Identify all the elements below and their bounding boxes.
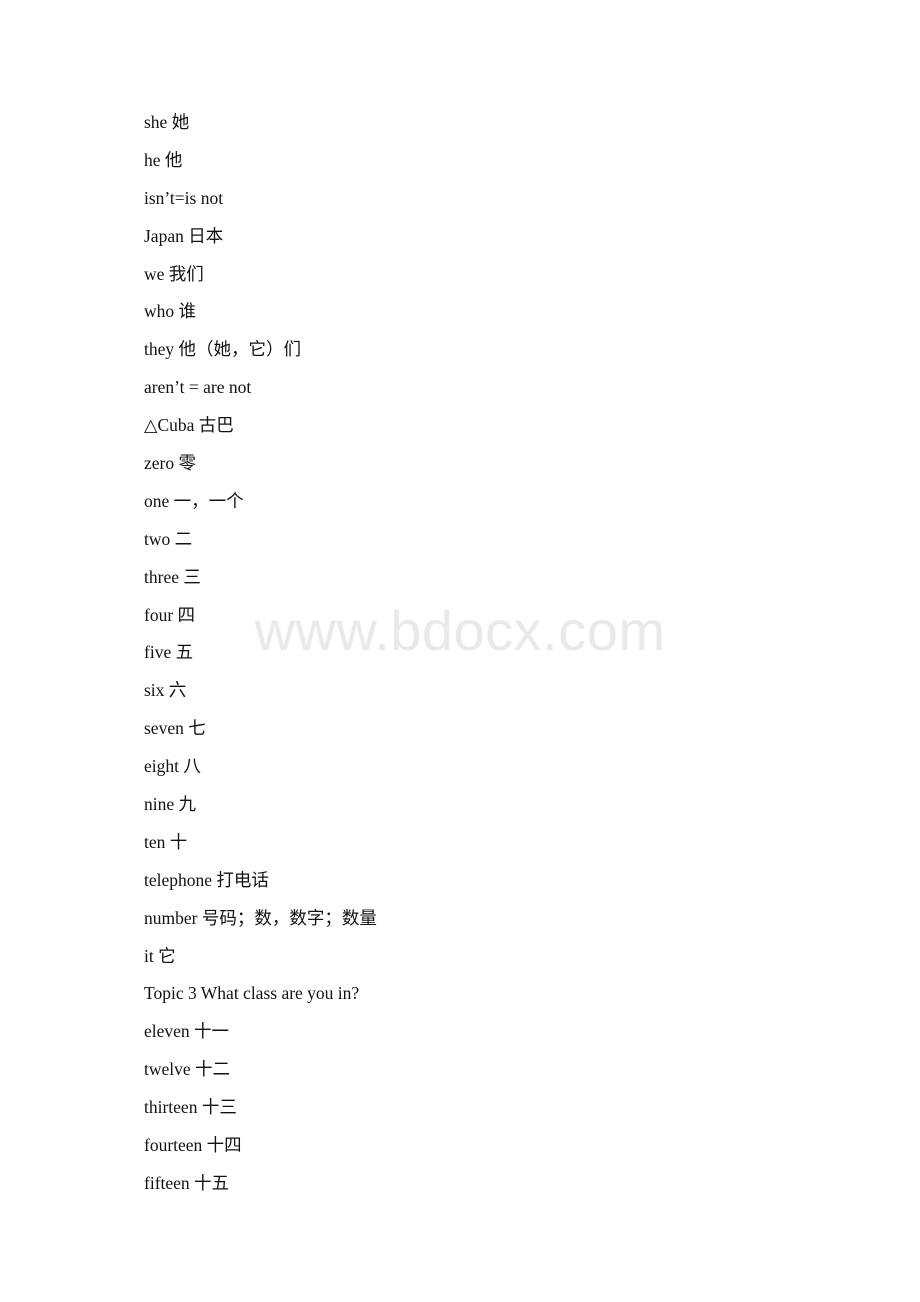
vocabulary-line: thirteen 十三 xyxy=(144,1097,237,1118)
vocabulary-line: she 她 xyxy=(144,112,190,132)
vocabulary-line: five 五 xyxy=(144,642,194,663)
vocabulary-line: fourteen 十四 xyxy=(144,1135,242,1156)
vocabulary-line: telephone 打电话 xyxy=(144,869,269,890)
vocabulary-line: twelve 十二 xyxy=(144,1059,231,1080)
vocabulary-line: seven 七 xyxy=(144,718,206,739)
vocabulary-line: number 号码；数，数字；数量 xyxy=(144,907,377,928)
vocabulary-line: eleven 十一 xyxy=(144,1021,230,1042)
vocabulary-line: eight 八 xyxy=(144,756,201,777)
topic-heading-line: Topic 3 What class are you in? xyxy=(144,983,360,1004)
vocabulary-line: they 他（她，它）们 xyxy=(144,339,302,360)
vocabulary-line: three 三 xyxy=(144,566,201,587)
vocabulary-line: fifteen 十五 xyxy=(144,1172,230,1193)
vocabulary-line: ten 十 xyxy=(144,831,188,852)
document-text-body: she 她 he 他 isn’t=is not Japan 日本 we 我们 w… xyxy=(144,104,844,1203)
vocabulary-line: we 我们 xyxy=(144,263,204,284)
vocabulary-line: △Cuba 古巴 xyxy=(144,415,234,436)
vocabulary-line: he 他 xyxy=(144,149,183,170)
vocabulary-line: aren’t = are not xyxy=(144,377,252,398)
vocabulary-line: four 四 xyxy=(144,604,196,625)
vocabulary-line: it 它 xyxy=(144,945,176,966)
vocabulary-line: Japan 日本 xyxy=(144,225,224,246)
vocabulary-line: six 六 xyxy=(144,680,187,701)
vocabulary-line: isn’t=is not xyxy=(144,187,224,208)
document-page: www.bdocx.com she 她 he 他 isn’t=is not Ja… xyxy=(0,0,920,1302)
vocabulary-line: nine 九 xyxy=(144,794,197,815)
vocabulary-line: zero 零 xyxy=(144,453,196,474)
vocabulary-line: two 二 xyxy=(144,528,193,549)
vocabulary-line: who 谁 xyxy=(144,301,197,322)
vocabulary-line: one 一，一个 xyxy=(144,490,244,511)
